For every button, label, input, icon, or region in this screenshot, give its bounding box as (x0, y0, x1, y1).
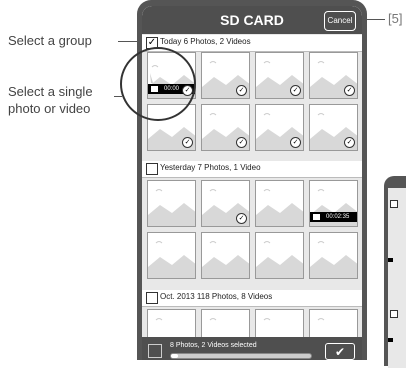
landscape-icon (256, 189, 303, 226)
selection-progress-bar (170, 353, 312, 359)
confirm-button[interactable]: ✔ (325, 343, 355, 360)
callout-select-group: Select a group (8, 33, 92, 48)
group-checkbox (390, 310, 398, 318)
selected-check-icon[interactable]: ✓ (290, 137, 301, 148)
callout-select-single-line2: photo or video (8, 101, 91, 116)
photo-thumbnail[interactable]: ✓ (309, 104, 358, 151)
video-camera-icon (313, 214, 320, 220)
group-checkbox[interactable] (146, 292, 158, 304)
landscape-icon (202, 241, 249, 278)
photo-thumbnail[interactable]: ✓ (255, 104, 304, 151)
landscape-icon (310, 241, 357, 278)
video-duration: 00:02:35 (326, 214, 350, 220)
progress-fill (171, 354, 178, 358)
selected-check-icon[interactable]: ✓ (344, 137, 355, 148)
photo-thumbnail[interactable]: ✓ (201, 104, 250, 151)
photo-thumbnail[interactable] (201, 232, 250, 279)
callout-select-single-line1: Select a single (8, 84, 93, 99)
selected-check-icon[interactable]: ✓ (236, 213, 247, 224)
photo-thumbnail[interactable] (255, 232, 304, 279)
group-checkbox (390, 200, 398, 208)
photo-thumbnail[interactable]: ✓ (309, 52, 358, 99)
landscape-icon (148, 241, 195, 278)
callout-line-cancel (365, 19, 385, 20)
callout-cancel-ref: [5] (388, 11, 403, 26)
photo-thumbnail[interactable]: ✓ (201, 52, 250, 99)
selected-check-icon[interactable]: ✓ (344, 85, 355, 96)
photo-thumbnail[interactable] (255, 180, 304, 227)
select-all-checkbox[interactable] (148, 344, 162, 358)
selected-check-icon[interactable]: ✓ (182, 137, 193, 148)
photo-thumbnail[interactable]: ✓ (201, 180, 250, 227)
selection-footer: 8 Photos, 2 Videos selected ✔ (142, 337, 362, 360)
group-checkbox[interactable] (146, 163, 158, 175)
landscape-icon (256, 241, 303, 278)
video-duration-bar (388, 258, 393, 262)
group-label: Yesterday 7 Photos, 1 Video (160, 163, 261, 172)
group-header-oct-2013[interactable]: Oct. 2013 118 Photos, 8 Videos (142, 290, 362, 307)
video-duration-bar: 00:02:35 (310, 212, 357, 222)
photo-thumbnail[interactable] (147, 180, 196, 227)
photo-thumbnail[interactable] (309, 232, 358, 279)
group-header-today[interactable]: ✓ Today 6 Photos, 2 Videos (142, 35, 362, 52)
callout-line-single (114, 96, 122, 97)
second-phone-screen (388, 188, 406, 368)
magnifier-circle (120, 47, 196, 121)
cancel-button[interactable]: Cancel (324, 11, 356, 31)
selection-count: 8 Photos, 2 Videos selected (170, 342, 257, 349)
photo-thumbnail[interactable] (147, 232, 196, 279)
second-phone-partial (384, 176, 406, 368)
group-label: Today 6 Photos, 2 Videos (160, 37, 251, 46)
selected-check-icon[interactable]: ✓ (236, 137, 247, 148)
selected-check-icon[interactable]: ✓ (236, 85, 247, 96)
group-header-yesterday[interactable]: Yesterday 7 Photos, 1 Video (142, 161, 362, 178)
video-duration-bar (388, 338, 393, 342)
photo-thumbnail[interactable]: ✓ (255, 52, 304, 99)
video-thumbnail[interactable]: 00:02:35 (309, 180, 358, 227)
title-bar: SD CARD Cancel (142, 6, 362, 34)
group-label: Oct. 2013 118 Photos, 8 Videos (160, 292, 273, 301)
landscape-icon (148, 189, 195, 226)
selected-check-icon[interactable]: ✓ (290, 85, 301, 96)
